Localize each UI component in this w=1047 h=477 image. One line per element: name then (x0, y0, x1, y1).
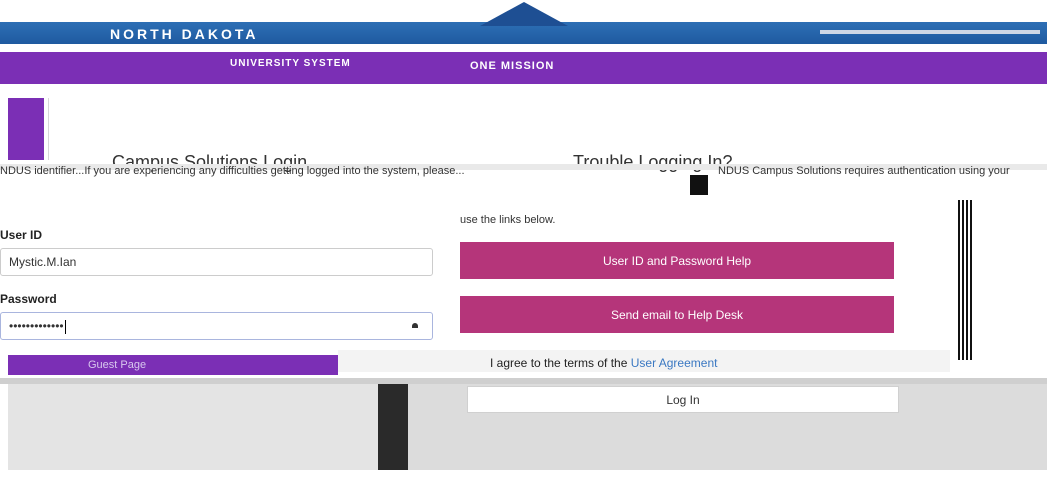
content-card (48, 98, 1047, 160)
user-id-input[interactable]: Mystic.M.Ian (0, 248, 433, 276)
user-id-value: Mystic.M.Ian (9, 255, 77, 269)
brand-subtitle: UNIVERSITY SYSTEM (230, 58, 351, 69)
login-info-text: NDUS identifier...If you are experiencin… (0, 165, 465, 177)
user-id-password-help-button[interactable]: User ID and Password Help (460, 242, 894, 279)
guest-page-bar[interactable]: Guest Page (8, 355, 338, 375)
user-id-label: User ID (0, 228, 43, 242)
decorative-stripes (958, 200, 974, 360)
footer-dark-stripe (378, 384, 408, 470)
user-agreement-text: I agree to the terms of the User Agreeme… (490, 356, 717, 370)
trouble-info-text: NDUS Campus Solutions requires authentic… (718, 165, 1010, 177)
password-value: ••••••••••••• (9, 319, 64, 333)
show-password-eye-icon[interactable] (412, 323, 418, 328)
site-header: NORTH DAKOTA UNIVERSITY SYSTEM ONE MISSI… (0, 0, 1047, 84)
brand-name: NORTH DAKOTA (110, 26, 259, 42)
user-agreement-link[interactable]: User Agreement (631, 356, 718, 370)
password-input[interactable]: ••••••••••••• (0, 312, 433, 340)
text-caret (64, 319, 66, 334)
agreement-text: I agree to the terms of the (490, 356, 631, 370)
ndus-mark-icon (690, 175, 708, 195)
header-decoration (820, 30, 1040, 34)
guest-page-link[interactable]: Guest Page (88, 359, 146, 371)
system-name: ONE MISSION (470, 60, 555, 72)
mountain-logo-icon (480, 2, 568, 26)
side-rail (8, 98, 44, 160)
password-label: Password (0, 292, 57, 306)
email-help-desk-button[interactable]: Send email to Help Desk (460, 296, 894, 333)
log-in-button[interactable]: Log In (467, 386, 899, 413)
footer-left-panel (8, 384, 378, 470)
use-links-text: use the links below. (460, 214, 556, 226)
